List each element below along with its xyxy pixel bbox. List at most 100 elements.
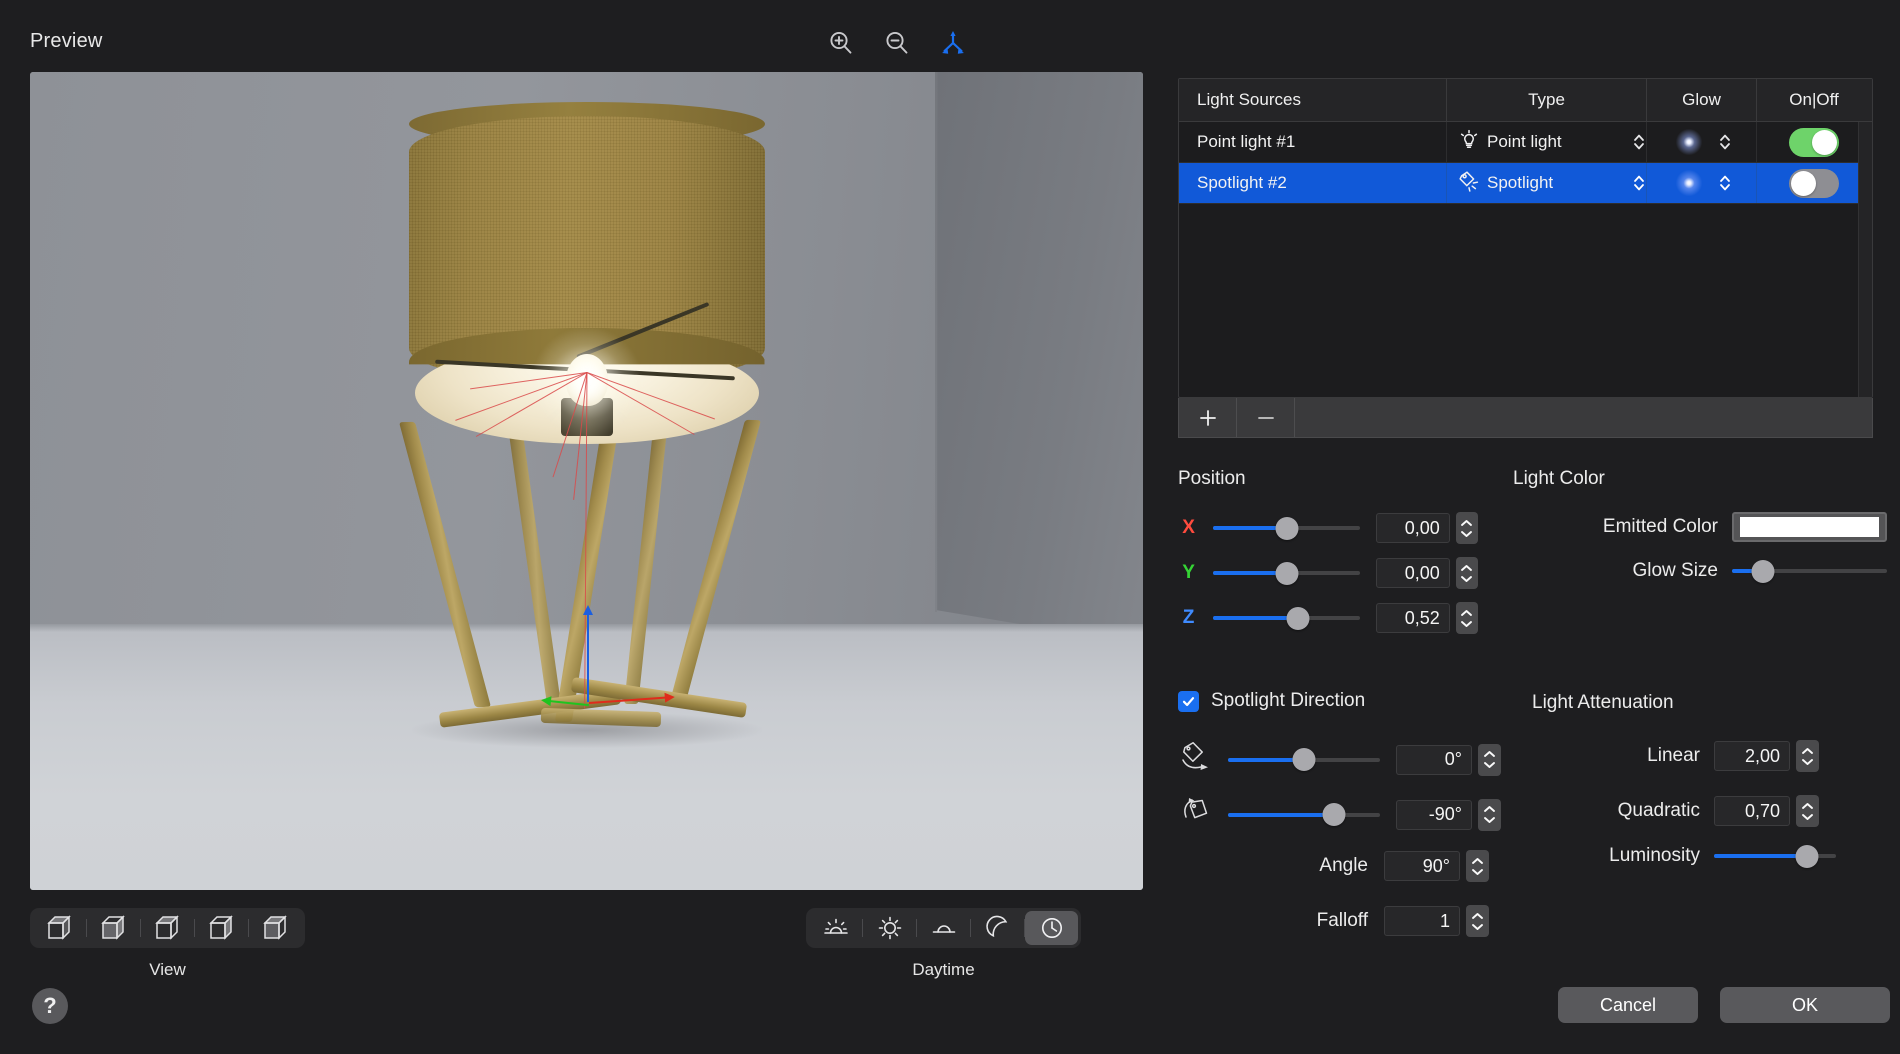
daytime-button-night[interactable] (971, 911, 1024, 945)
page-title: Preview (30, 30, 103, 53)
falloff-field[interactable]: 1 (1384, 906, 1460, 936)
toggle-knob (1791, 171, 1816, 196)
position-z-field[interactable]: 0,52 (1376, 603, 1450, 633)
gizmo-z-axis (587, 614, 589, 702)
light-type-cell[interactable]: Point light (1447, 122, 1647, 162)
slider-knob[interactable] (1275, 517, 1298, 540)
position-row-z: Z 0,52 (1178, 602, 1478, 634)
spot-rotation-v-slider[interactable] (1228, 805, 1380, 825)
glow-size-slider[interactable] (1732, 561, 1887, 581)
slider-knob[interactable] (1795, 845, 1818, 868)
help-button[interactable]: ? (32, 988, 68, 1024)
table-row[interactable]: Point light #1 Point light (1179, 122, 1872, 163)
wall-corner (935, 72, 937, 612)
type-stepper[interactable] (1632, 172, 1646, 194)
daytime-segmented-control[interactable] (806, 908, 1081, 948)
position-z-stepper[interactable] (1456, 602, 1478, 634)
type-stepper[interactable] (1632, 131, 1646, 153)
preview-pane: Preview (0, 0, 1160, 1054)
column-header-onoff: On|Off (1757, 79, 1871, 121)
light-type-label: Spotlight (1487, 173, 1626, 193)
quadratic-field[interactable]: 0,70 (1714, 796, 1790, 826)
linear-field[interactable]: 2,00 (1714, 741, 1790, 771)
quadratic-row: Quadratic 0,70 (1468, 795, 1888, 827)
view-button-4[interactable] (195, 911, 248, 945)
linear-stepper[interactable] (1796, 740, 1819, 772)
glow-stepper[interactable] (1718, 131, 1732, 153)
light-name[interactable]: Spotlight #2 (1179, 163, 1447, 203)
onoff-cell[interactable] (1757, 122, 1871, 162)
daytime-button-sunrise[interactable] (809, 911, 862, 945)
spot-rotation-v-field[interactable]: -90° (1396, 800, 1472, 830)
position-z-slider[interactable] (1213, 608, 1360, 628)
footer-spacer (1295, 398, 1872, 437)
axis-gizmo-icon[interactable] (938, 28, 968, 58)
zoom-in-icon[interactable] (826, 28, 856, 58)
light-sources-table[interactable]: Light Sources Type Glow On|Off Point lig… (1178, 78, 1873, 398)
spot-rotation-h-field[interactable]: 0° (1396, 745, 1472, 775)
glow-cell[interactable] (1647, 163, 1757, 203)
daytime-button-custom-time[interactable] (1025, 911, 1078, 945)
glow-preview-icon (1672, 170, 1706, 196)
3d-viewport[interactable] (30, 72, 1143, 890)
position-row-x: X 0,00 (1178, 512, 1478, 544)
view-button-2[interactable] (87, 911, 140, 945)
table-footer-toolbar (1178, 398, 1873, 438)
remove-light-button[interactable] (1237, 398, 1295, 437)
position-x-field[interactable]: 0,00 (1376, 513, 1450, 543)
slider-fill (1213, 616, 1298, 620)
position-y-slider[interactable] (1213, 563, 1360, 583)
quadratic-stepper[interactable] (1796, 795, 1819, 827)
view-button-1[interactable] (33, 911, 86, 945)
light-name[interactable]: Point light #1 (1179, 122, 1447, 162)
angle-row: Angle 90° (1178, 850, 1489, 882)
view-button-3[interactable] (141, 911, 194, 945)
toggle-knob (1812, 130, 1837, 155)
glow-cell[interactable] (1647, 122, 1757, 162)
onoff-cell[interactable] (1757, 163, 1871, 203)
zoom-out-icon[interactable] (882, 28, 912, 58)
spot-rotation-h-slider[interactable] (1228, 750, 1380, 770)
view-button-5[interactable] (249, 911, 302, 945)
slider-knob[interactable] (1287, 607, 1310, 630)
point-light-icon (1457, 128, 1481, 157)
column-header-light-sources: Light Sources (1179, 79, 1447, 121)
slider-knob[interactable] (1752, 560, 1775, 583)
luminosity-slider[interactable] (1714, 846, 1836, 866)
slider-knob[interactable] (1275, 562, 1298, 585)
daytime-button-sunset[interactable] (917, 911, 970, 945)
table-row[interactable]: Spotlight #2 Spotlight (1179, 163, 1872, 204)
light-settings-pane: Light Sources Type Glow On|Off Point lig… (1168, 0, 1900, 1054)
view-segmented-control[interactable] (30, 908, 305, 948)
light-toggle[interactable] (1789, 128, 1839, 157)
spotlight-direction-checkbox[interactable] (1178, 691, 1199, 712)
daytime-controls: Daytime (806, 908, 1081, 980)
section-title-spotlight-direction: Spotlight Direction (1211, 690, 1365, 712)
emitted-color-swatch-button[interactable] (1732, 512, 1887, 542)
daytime-button-day[interactable] (863, 911, 916, 945)
luminosity-label: Luminosity (1468, 845, 1700, 867)
slider-knob[interactable] (1293, 748, 1316, 771)
angle-field[interactable]: 90° (1384, 851, 1460, 881)
spot-rotate-horizontal-icon (1178, 740, 1216, 779)
emitted-color-row: Emitted Color (1468, 512, 1888, 542)
falloff-stepper[interactable] (1466, 905, 1489, 937)
cancel-button[interactable]: Cancel (1558, 987, 1698, 1023)
spot-rotation-v-row: -90° (1178, 795, 1501, 834)
light-toggle[interactable] (1789, 169, 1839, 198)
ok-button[interactable]: OK (1720, 987, 1890, 1023)
position-x-slider[interactable] (1213, 518, 1360, 538)
glow-preview-icon (1672, 129, 1706, 155)
position-y-field[interactable]: 0,00 (1376, 558, 1450, 588)
emitted-color-label: Emitted Color (1468, 516, 1718, 538)
light-type-cell[interactable]: Spotlight (1447, 163, 1647, 203)
column-header-glow: Glow (1647, 79, 1757, 121)
add-light-button[interactable] (1179, 398, 1237, 437)
glow-stepper[interactable] (1718, 172, 1732, 194)
glow-size-label: Glow Size (1468, 560, 1718, 582)
section-title-light-color: Light Color (1513, 468, 1605, 490)
slider-knob[interactable] (1323, 803, 1346, 826)
column-header-type: Type (1447, 79, 1647, 121)
table-scrollbar[interactable] (1858, 122, 1872, 397)
emitted-color-swatch (1740, 517, 1879, 537)
